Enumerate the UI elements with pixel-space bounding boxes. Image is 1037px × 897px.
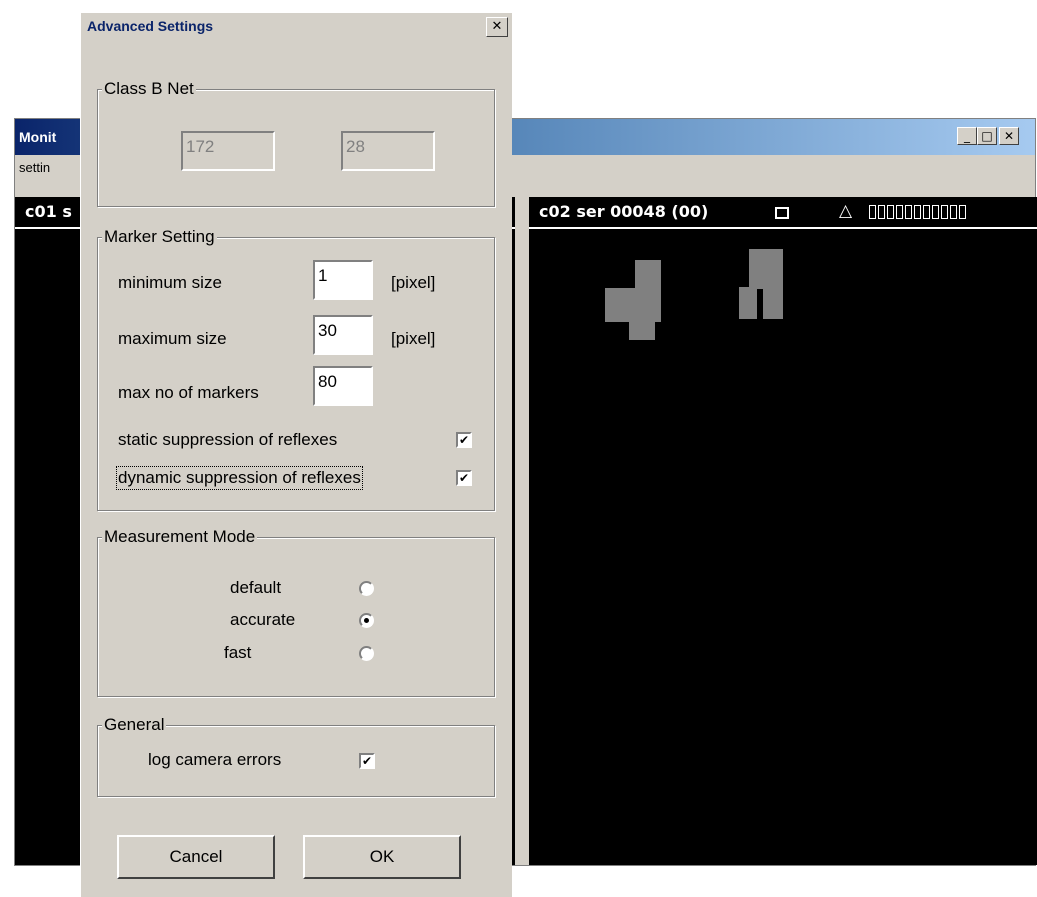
max-size-input[interactable]: 30 — [313, 315, 373, 355]
marker-blob — [763, 287, 783, 319]
dynamic-suppression-label: dynamic suppression of reflexes — [116, 466, 363, 490]
dialog-close-button[interactable]: ✕ — [486, 17, 508, 37]
camera-pane-c02[interactable]: c02 ser 00048 (00) △ — [529, 197, 1037, 865]
close-button[interactable]: ✕ — [999, 127, 1019, 145]
log-errors-checkbox[interactable]: ✔ — [359, 753, 375, 769]
monitor-title: Monit — [19, 129, 57, 145]
marker-blob — [739, 287, 757, 319]
pane-header-c02: c02 ser 00048 (00) △ — [529, 197, 1037, 229]
net-field-2: 28 — [341, 131, 435, 171]
min-size-input[interactable]: 1 — [313, 260, 373, 300]
advanced-settings-dialog: Advanced Settings ✕ Class B Net 172 28 M… — [80, 13, 512, 897]
marker-blob — [605, 288, 661, 322]
measurement-mode-group: Measurement Mode default accurate fast — [97, 527, 495, 697]
min-size-unit: [pixel] — [391, 273, 436, 292]
max-markers-input[interactable]: 80 — [313, 366, 373, 406]
static-suppression-label: static suppression of reflexes — [118, 430, 338, 449]
max-markers-label: max no of markers — [118, 383, 259, 402]
marker-blob — [629, 320, 655, 340]
max-size-label: maximum size — [118, 329, 227, 348]
general-group: General log camera errors ✔ — [97, 715, 495, 797]
max-size-unit: [pixel] — [391, 329, 436, 348]
log-errors-label: log camera errors — [148, 750, 282, 769]
pane-label-c01: c01 s — [25, 202, 72, 221]
ok-button[interactable]: OK — [303, 835, 461, 879]
class-b-net-legend: Class B Net — [102, 79, 196, 99]
measurement-mode-legend: Measurement Mode — [102, 527, 258, 547]
general-legend: General — [102, 715, 167, 735]
status-boxes — [869, 205, 966, 219]
mode-label-default: default — [230, 578, 282, 597]
marker-setting-group: Marker Setting minimum size 1 [pixel] ma… — [97, 227, 495, 511]
mode-radio-default[interactable] — [359, 581, 374, 596]
cancel-button[interactable]: Cancel — [117, 835, 275, 879]
radio-selected-dot — [364, 618, 369, 623]
static-suppression-checkbox[interactable]: ✔ — [456, 432, 472, 448]
pane-label-c02: c02 ser 00048 (00) — [539, 202, 709, 221]
mode-label-fast: fast — [224, 643, 252, 662]
mode-radio-accurate[interactable] — [359, 613, 374, 628]
net-field-1: 172 — [181, 131, 275, 171]
dynamic-suppression-checkbox[interactable]: ✔ — [456, 470, 472, 486]
triangle-icon: △ — [839, 201, 853, 221]
marker-setting-legend: Marker Setting — [102, 227, 217, 247]
class-b-net-group: Class B Net 172 28 — [97, 79, 495, 207]
minimize-button[interactable]: _ — [957, 127, 977, 145]
min-size-label: minimum size — [118, 273, 222, 292]
maximize-button[interactable]: □ — [977, 127, 997, 145]
mode-radio-fast[interactable] — [359, 646, 374, 661]
dialog-title-bar[interactable]: Advanced Settings ✕ — [81, 13, 512, 41]
square-icon — [775, 207, 789, 219]
mode-label-accurate: accurate — [230, 610, 296, 629]
dialog-title: Advanced Settings — [87, 18, 214, 34]
menu-item-settings[interactable]: settin — [19, 160, 50, 175]
marker-blob — [749, 249, 783, 289]
